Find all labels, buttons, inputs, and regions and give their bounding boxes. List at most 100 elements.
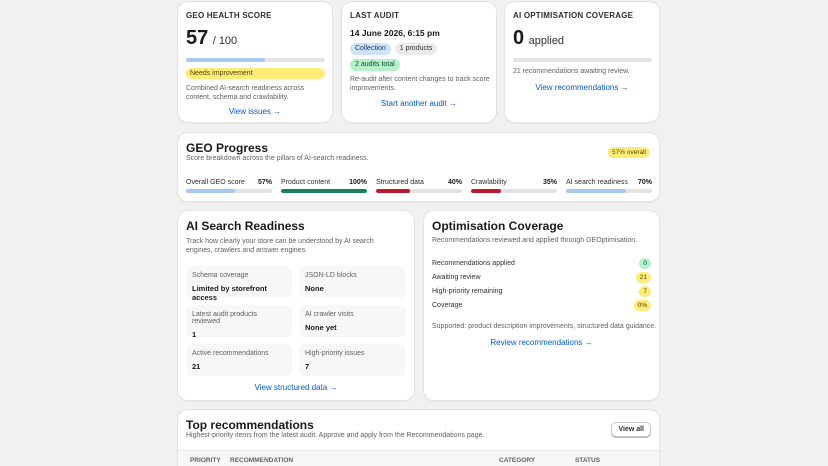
health-progress-bar [186,58,325,62]
col-recommendation[interactable]: RECOMMENDATION [230,457,293,464]
tile-high-priority: High-priority issues 7 [299,344,406,376]
tile-products-reviewed: Latest audit products reviewed 1 [186,305,292,339]
last-audit-card: LAST AUDIT 14 June 2026, 6:15 pm Collect… [342,2,496,122]
progress-title: GEO Progress [186,141,269,155]
row-awaiting-review: Awaiting review 21 [432,272,651,283]
pillar-bar [186,189,272,193]
tile-title: Schema coverage [192,272,249,279]
pillar-name: Overall GEO score [186,179,245,186]
optimisation-coverage-card: Optimisation Coverage Recommendations re… [424,211,659,400]
table-header: PRIORITY RECOMMENDATION CATEGORY STATUS [178,450,659,466]
coverage-label: AI OPTIMISATION COVERAGE [513,11,634,20]
row-coverage: Coverage 0% [432,300,651,311]
row-badge: 0 [639,258,651,269]
pillar-bar [471,189,557,193]
row-recommendations-applied: Recommendations applied 0 [432,258,651,269]
coverage-description: 21 recommendations awaiting review. [513,68,630,75]
pillar-bar [281,189,367,193]
tile-value: Limited by storefront access [192,284,268,302]
readiness-subtitle: Track how clearly your store can be unde… [186,238,374,254]
readiness-title: AI Search Readiness [186,219,305,233]
health-progress-fill [186,58,266,62]
top-recommendations-card: Top recommendations Highest-priority ite… [178,410,659,466]
tile-value: 7 [305,362,310,371]
tile-schema-coverage: Schema coverage Limited by storefront ac… [186,266,292,302]
pillar-bar-fill [376,189,411,193]
pillar-product-content: Product content 100% [281,179,367,193]
pillar-crawlability: Crawlability 35% [471,179,557,193]
pillar-overall-geo-score: Overall GEO score 57% [186,179,272,193]
overall-badge: 57% overall [608,147,650,158]
ai-readiness-card: AI Search Readiness Track how clearly yo… [178,211,414,400]
tile-title: AI crawler visits [305,311,354,318]
audit-description: Re-audit after content changes to track … [350,76,490,92]
health-label: GEO HEALTH SCORE [186,11,272,20]
pillar-name: AI search readiness [566,179,628,186]
col-category[interactable]: CATEGORY [499,457,535,464]
view-structured-data-link[interactable]: View structured data → [178,383,414,392]
collection-tag: Collection [350,43,391,55]
ai-coverage-card: AI OPTIMISATION COVERAGE 0 applied 21 re… [505,2,659,122]
tile-title: Latest audit products reviewed [192,311,257,325]
pillar-name: Crawlability [471,179,507,186]
pillar-name: Structured data [376,179,424,186]
geo-health-card: GEO HEALTH SCORE 57 / 100 Needs improvem… [178,2,332,122]
start-audit-link[interactable]: Start another audit → [342,99,496,108]
pillar-value: 40% [447,179,462,186]
health-score-value: 57 [186,27,209,49]
optimisation-subtitle: Recommendations reviewed and applied thr… [432,237,638,244]
tile-value: 21 [192,362,201,371]
tile-active-recommendations: Active recommendations 21 [186,344,292,376]
tile-title: JSON-LD blocks [305,272,357,279]
tile-title: Active recommendations [192,350,269,357]
pillar-value: 100% [349,179,367,186]
view-recommendations-link[interactable]: View recommendations → [505,83,659,92]
col-status[interactable]: STATUS [575,457,600,464]
health-description: Combined AI-search readiness across cont… [186,85,305,101]
audit-tags: Collection 1 products [350,43,438,55]
row-high-priority-remaining: High-priority remaining 7 [432,286,651,297]
row-label: Recommendations applied [432,260,515,267]
tile-jsonld-blocks: JSON-LD blocks None [299,266,406,298]
products-tag: 1 products [394,43,438,55]
pillar-value: 70% [637,179,652,186]
audits-total-badge: 2 audits total [350,59,400,71]
top-title: Top recommendations [186,418,314,432]
tile-value: 1 [192,330,197,339]
tile-title: High-priority issues [305,350,365,357]
pillar-bar-fill [281,189,367,193]
tile-crawler-visits: AI crawler visits None yet [299,305,406,337]
pillar-bar-fill [471,189,502,193]
review-recommendations-link[interactable]: Review recommendations → [424,338,659,347]
audit-label: LAST AUDIT [350,11,400,20]
health-score-max: / 100 [212,35,238,47]
coverage-value: 0 applied [513,27,564,50]
tile-value: None [305,284,324,293]
pillar-name: Product content [281,179,331,186]
pillar-ai-search-readiness: AI search readiness 70% [566,179,652,193]
row-badge: 0% [633,300,651,311]
pillar-structured-data: Structured data 40% [376,179,462,193]
row-label: Coverage [432,302,463,309]
view-issues-link[interactable]: View issues → [178,107,332,116]
tile-value: None yet [305,323,337,332]
pillar-bar [566,189,652,193]
coverage-unit: applied [528,35,565,47]
row-badge: 7 [639,286,651,297]
supported-text: Supported: product description improveme… [432,323,657,330]
pillar-bar-fill [566,189,627,193]
needs-improvement-badge: Needs improvement [186,68,325,79]
row-label: High-priority remaining [432,288,503,295]
progress-subtitle: Score breakdown across the pillars of AI… [186,155,369,162]
health-score: 57 / 100 [186,27,237,50]
pillar-value: 57% [257,179,272,186]
col-priority[interactable]: PRIORITY [190,457,221,464]
row-badge: 21 [635,272,651,283]
coverage-progress-bar [513,58,652,62]
pillar-bar [376,189,462,193]
top-subtitle: Highest-priority items from the latest a… [186,432,485,439]
view-all-button[interactable]: View all [611,422,651,437]
pillar-bar-fill [186,189,236,193]
pillar-value: 35% [542,179,557,186]
audit-date: 14 June 2026, 6:15 pm [350,28,440,38]
